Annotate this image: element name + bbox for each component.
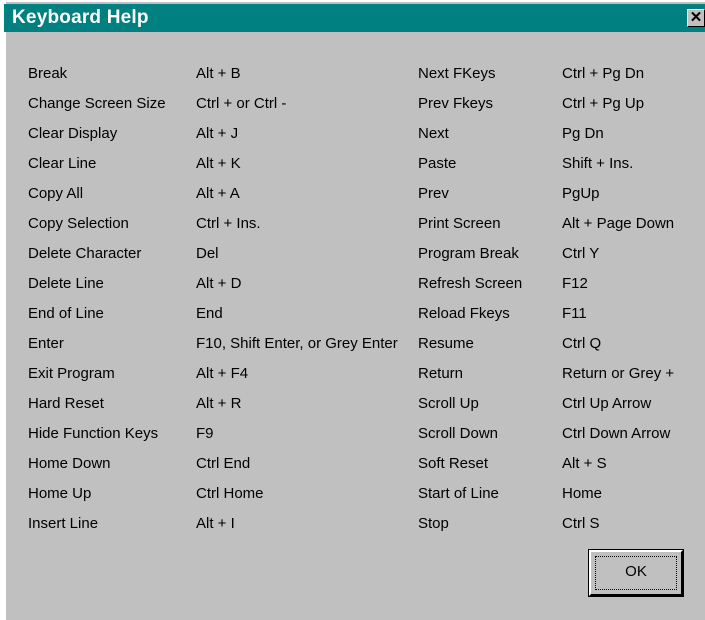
shortcut-keys-left: Ctrl + Ins. <box>196 215 261 232</box>
shortcut-command-right: Refresh Screen <box>418 275 523 292</box>
shortcut-keys-left: End <box>196 305 223 322</box>
shortcut-command-right: Return <box>418 365 464 382</box>
shortcut-keys-right: Ctrl + Pg Dn <box>562 65 645 82</box>
shortcut-command-right: Paste <box>418 155 457 172</box>
shortcut-row: Clear Display Alt + J Next Pg Dn <box>0 123 705 145</box>
shortcut-row: Hard Reset Alt + R Scroll Up Ctrl Up Arrow <box>0 393 705 415</box>
shortcut-keys-right: F11 <box>562 305 587 322</box>
shortcut-row: Hide Function Keys F9 Scroll Down Ctrl Down… <box>0 423 705 445</box>
shortcut-keys-left: Alt + I <box>196 515 235 532</box>
shortcut-keys-right: Ctrl Q <box>562 335 602 352</box>
shortcut-keys-right: Alt + S <box>562 455 607 472</box>
shortcut-command-left: Clear Display <box>28 125 118 142</box>
shortcut-command-left: Clear Line <box>28 155 97 172</box>
shortcut-keys-left: Alt + J <box>196 125 239 142</box>
shortcut-keys-right: Ctrl Up Arrow <box>562 395 652 412</box>
shortcut-command-right: Soft Reset <box>418 455 489 472</box>
shortcut-row: Insert Line Alt + I Stop Ctrl S <box>0 513 705 535</box>
shortcut-command-right: Next FKeys <box>418 65 496 82</box>
shortcut-row: Enter F10, Shift Enter, or Grey Enter Resu… <box>0 333 705 355</box>
shortcut-command-left: Delete Line <box>28 275 104 292</box>
shortcut-command-left: Delete Character <box>28 245 142 262</box>
shortcut-command-right: Stop <box>418 515 449 532</box>
shortcut-command-right: Start of Line <box>418 485 499 502</box>
shortcut-keys-right: Ctrl Y <box>562 245 600 262</box>
shortcut-command-right: Resume <box>418 335 474 352</box>
shortcut-command-left: Break <box>28 65 68 82</box>
shortcut-keys-left: Ctrl Home <box>196 485 264 502</box>
shortcut-command-left: End of Line <box>28 305 104 322</box>
ok-button-label: OK <box>625 563 647 580</box>
shortcut-keys-right: Shift + Ins. <box>562 155 634 172</box>
close-icon: ✕ <box>689 9 703 26</box>
shortcut-row: Break Alt + B Next FKeys Ctrl + Pg Dn <box>0 63 705 85</box>
shortcut-row: Home Down Ctrl End Soft Reset Alt + S <box>0 453 705 475</box>
shortcut-command-right: Prev <box>418 185 449 202</box>
shortcut-keys-right: Return or Grey + <box>562 365 675 382</box>
shortcut-command-left: Enter <box>28 335 64 352</box>
shortcut-keys-left: F10, Shift Enter, or Grey Enter <box>196 335 398 352</box>
shortcut-command-left: Home Down <box>28 455 111 472</box>
shortcut-keys-left: Alt + K <box>196 155 241 172</box>
shortcut-row: Delete Line Alt + D Refresh Screen F12 <box>0 273 705 295</box>
shortcut-command-left: Copy All <box>28 185 84 202</box>
shortcut-keys-right: Alt + Page Down <box>562 215 675 232</box>
shortcut-command-right: Scroll Up <box>418 395 479 412</box>
shortcut-row: Clear Line Alt + K Paste Shift + Ins. <box>0 153 705 175</box>
window-title: Keyboard Help <box>12 7 149 28</box>
shortcut-command-right: Program Break <box>418 245 519 262</box>
shortcut-command-left: Hard Reset <box>28 395 104 412</box>
shortcut-command-left: Hide Function Keys <box>28 425 159 442</box>
shortcut-keys-left: Alt + R <box>196 395 242 412</box>
shortcut-keys-left: Ctrl End <box>196 455 251 472</box>
shortcut-keys-left: Alt + F4 <box>196 365 249 382</box>
shortcut-command-left: Exit Program <box>28 365 115 382</box>
shortcut-command-right: Reload Fkeys <box>418 305 510 322</box>
shortcut-keys-right: Ctrl + Pg Up <box>562 95 645 112</box>
shortcut-keys-right: PgUp <box>562 185 600 202</box>
shortcut-keys-right: F12 <box>562 275 588 292</box>
shortcut-row: Copy Selection Ctrl + Ins. Print Screen Alt… <box>0 213 705 235</box>
shortcut-row: Change Screen Size Ctrl + or Ctrl - Prev F… <box>0 93 705 115</box>
shortcut-keys-right: Ctrl S <box>562 515 600 532</box>
close-button[interactable]: ✕ <box>687 9 705 27</box>
shortcut-keys-left: Ctrl + or Ctrl - <box>196 95 287 112</box>
shortcut-keys-left: Alt + D <box>196 275 242 292</box>
shortcut-command-left: Home Up <box>28 485 92 502</box>
shortcut-command-left: Insert Line <box>28 515 99 532</box>
shortcut-keys-right: Ctrl Down Arrow <box>562 425 671 442</box>
shortcut-command-right: Prev Fkeys <box>418 95 494 112</box>
shortcut-command-right: Scroll Down <box>418 425 499 442</box>
shortcut-keys-left: Alt + B <box>196 65 241 82</box>
ok-button[interactable]: OK <box>588 549 684 597</box>
shortcut-keys-left: Del <box>196 245 219 262</box>
shortcut-keys-left: Alt + A <box>196 185 240 202</box>
shortcut-row: Exit Program Alt + F4 Return Return or Grey… <box>0 363 705 385</box>
shortcut-command-left: Change Screen Size <box>28 95 166 112</box>
shortcut-row: Delete Character Del Program Break Ctrl Y <box>0 243 705 265</box>
shortcut-row: Copy All Alt + A Prev PgUp <box>0 183 705 205</box>
shortcut-keys-right: Home <box>562 485 603 502</box>
shortcut-command-right: Next <box>418 125 449 142</box>
shortcut-row: Home Up Ctrl Home Start of Line Home <box>0 483 705 505</box>
shortcut-command-left: Copy Selection <box>28 215 129 232</box>
title-bar[interactable]: Keyboard Help ✕ <box>4 4 705 32</box>
shortcut-row: End of Line End Reload Fkeys F11 <box>0 303 705 325</box>
shortcut-keys-right: Pg Dn <box>562 125 604 142</box>
shortcut-command-right: Print Screen <box>418 215 501 232</box>
shortcut-keys-left: F9 <box>196 425 214 442</box>
